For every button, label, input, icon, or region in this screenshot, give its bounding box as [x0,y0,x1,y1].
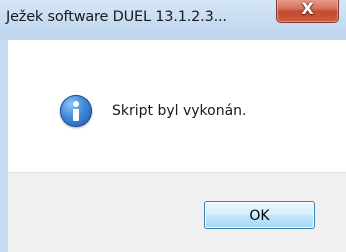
close-icon: X [301,0,314,18]
dialog-footer: OK [8,172,346,252]
ok-button[interactable]: OK [204,201,315,229]
message-dialog-window: Ježek software DUEL 13.1.2.3... X Skript… [0,0,346,252]
dialog-content: Skript byl vykonán. OK [8,40,346,252]
title-bar[interactable]: Ježek software DUEL 13.1.2.3... X [0,0,346,40]
info-icon-dot [73,101,79,107]
dialog-message: Skript byl vykonán. [112,103,247,119]
info-icon [60,95,92,127]
window-title: Ježek software DUEL 13.1.2.3... [6,9,227,25]
info-icon-stem [73,109,79,121]
close-button[interactable]: X [276,0,339,23]
